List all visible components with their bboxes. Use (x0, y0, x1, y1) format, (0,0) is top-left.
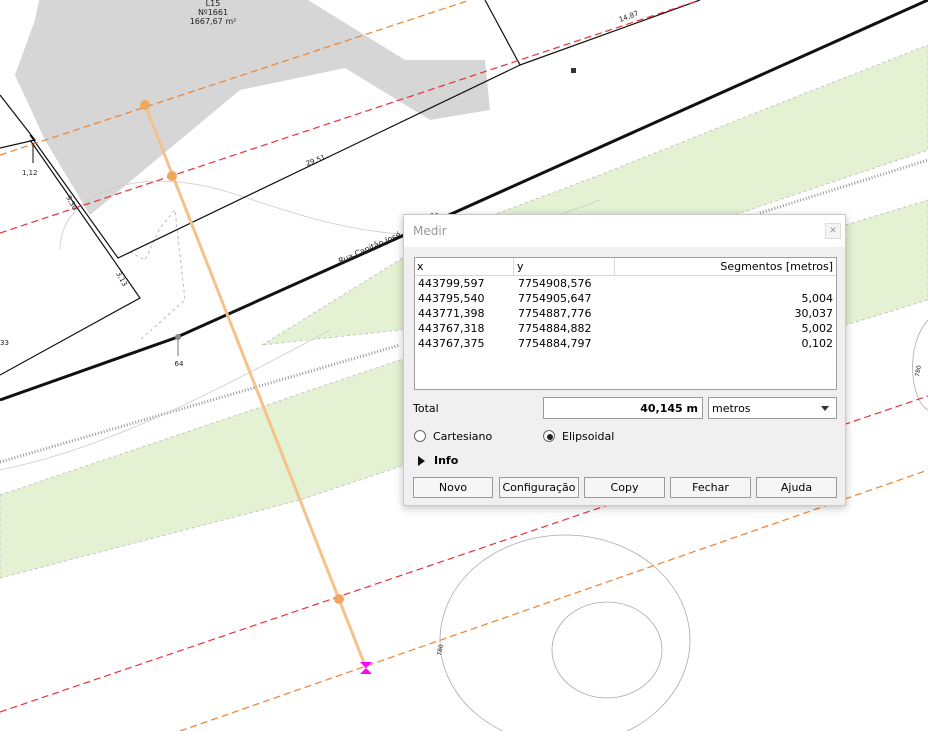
cell-segment: 30,037 (794, 307, 834, 320)
measure-vertex[interactable] (334, 594, 344, 604)
cell-segment: 5,002 (801, 322, 834, 335)
lot-name-label: L15 (206, 0, 221, 8)
column-separator (614, 258, 615, 275)
unit-select[interactable]: metros (708, 397, 837, 419)
survey-point-marker (175, 334, 181, 340)
contour-elevation-label: 780 (914, 365, 923, 378)
total-field[interactable]: 40,145 m (543, 397, 703, 419)
dialog-title: Medir (413, 224, 447, 238)
cell-x: 443767,375 (418, 337, 485, 350)
point-label: 64 (175, 360, 184, 368)
cell-x: 443799,597 (418, 277, 485, 290)
dialog-titlebar[interactable]: Medir ✕ (404, 215, 845, 247)
radio-circle-icon (414, 430, 426, 442)
dimension-label: 9,30 (64, 194, 78, 212)
cell-y: 7754884,882 (518, 322, 592, 335)
cell-segment: 0,102 (801, 337, 834, 350)
table-row[interactable]: 443795,540 7754905,647 5,004 (415, 291, 836, 306)
column-header-y[interactable]: y (517, 260, 524, 273)
radio-circle-icon (543, 430, 555, 442)
lot-number-label: Nº1661 (198, 8, 228, 17)
table-header: x y Segmentos [metros] (415, 258, 836, 276)
table-row[interactable]: 443767,318 7754884,882 5,002 (415, 321, 836, 336)
radio-selected-dot-icon (547, 434, 553, 440)
column-separator (513, 258, 514, 275)
close-icon[interactable]: ✕ (825, 223, 841, 239)
column-header-x[interactable]: x (417, 260, 424, 273)
measurements-table[interactable]: x y Segmentos [metros] 443799,597 775490… (414, 257, 837, 390)
measure-dialog: Medir ✕ x y Segmentos [metros] 443799,59… (403, 214, 846, 506)
dimension-label: 1,12 (22, 169, 38, 177)
cell-x: 443771,398 (418, 307, 485, 320)
parcel-polygon (15, 0, 490, 215)
ajuda-button[interactable]: Ajuda (756, 477, 837, 498)
dimension-label: 3,13 (114, 270, 128, 288)
total-label: Total (413, 402, 439, 415)
cell-y: 7754884,797 (518, 337, 592, 350)
dimension-label: 33 (0, 339, 9, 347)
radio-cartesian-label: Cartesiano (433, 430, 493, 443)
cell-x: 443767,318 (418, 322, 485, 335)
configuracao-button[interactable]: Configuração (499, 477, 579, 498)
column-header-segments[interactable]: Segmentos [metros] (720, 260, 833, 273)
contour-circle-outer (439, 534, 691, 731)
chevron-down-icon (821, 406, 829, 411)
radio-ellipsoidal-label: Elipsoidal (562, 430, 615, 443)
table-row[interactable]: 443767,375 7754884,797 0,102 (415, 336, 836, 351)
total-value: 40,145 m (640, 402, 698, 415)
measure-vertex[interactable] (167, 171, 177, 181)
parcel-boundary (519, 0, 701, 66)
contour-line (912, 319, 928, 411)
cell-x: 443795,540 (418, 292, 485, 305)
fechar-button[interactable]: Fechar (670, 477, 751, 498)
expand-arrow-icon (418, 456, 425, 466)
dimension-label: 14,87 (618, 10, 640, 24)
contour-circle-inner (551, 601, 663, 699)
measure-vertex[interactable] (140, 100, 150, 110)
info-label: Info (434, 454, 459, 467)
cell-segment: 5,004 (801, 292, 834, 305)
copy-button[interactable]: Copy (584, 477, 665, 498)
cell-y: 7754908,576 (518, 277, 592, 290)
survey-point-marker (571, 68, 576, 73)
table-row[interactable]: 443771,398 7754887,776 30,037 (415, 306, 836, 321)
novo-button[interactable]: Novo (413, 477, 493, 498)
dimension-label: 29,51 (305, 154, 327, 168)
cell-y: 7754905,647 (518, 292, 592, 305)
contour-elevation-label: 780 (436, 644, 445, 657)
unit-selected-value: metros (712, 402, 751, 415)
lot-area-label: 1667,67 m² (190, 17, 237, 26)
table-row[interactable]: 443799,597 7754908,576 (415, 276, 836, 291)
street-name-label: Rua Capitão José A (337, 226, 410, 266)
orange-dashed-line (179, 469, 928, 731)
cell-y: 7754887,776 (518, 307, 592, 320)
